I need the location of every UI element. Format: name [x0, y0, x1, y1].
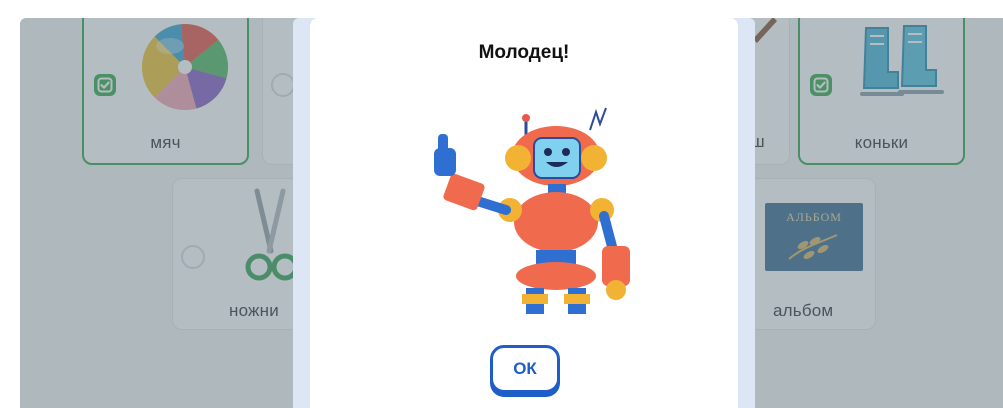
dialog-title: Молодец! — [478, 42, 570, 63]
robot-thumbs-up-icon — [434, 107, 630, 314]
exercise-area: мяч ш коньки ножни АЛЬБОМ альбом Молодец… — [20, 18, 1003, 408]
ok-button[interactable]: ОК — [490, 345, 560, 393]
success-dialog: Молодец! ОК — [310, 18, 738, 408]
